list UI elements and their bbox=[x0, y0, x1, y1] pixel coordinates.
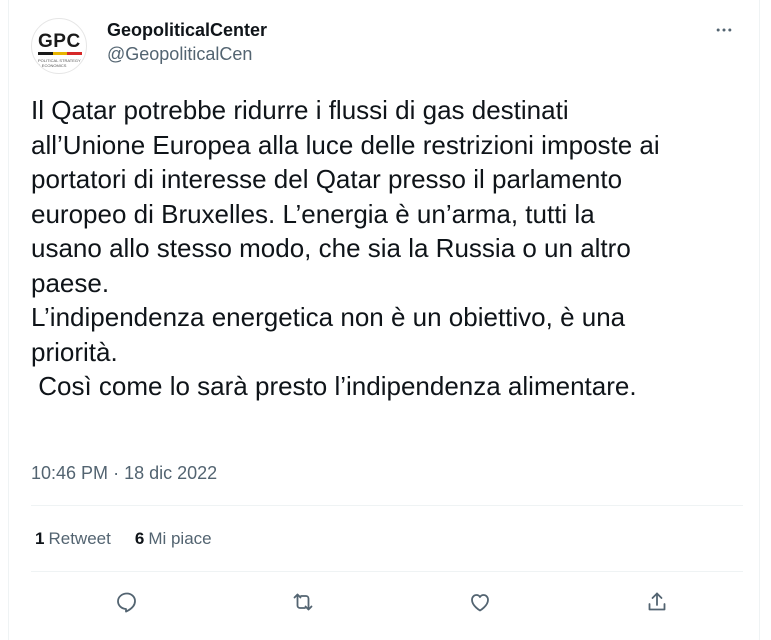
share-button[interactable] bbox=[639, 584, 675, 620]
more-options-button[interactable] bbox=[707, 16, 741, 44]
author-handle[interactable]: @GeopoliticalCen bbox=[107, 42, 267, 66]
tweet-date[interactable]: 18 dic 2022 bbox=[124, 463, 217, 483]
avatar-tagline: POLITICAL STRATEGY & ECONOMICS bbox=[38, 58, 81, 68]
retweet-button[interactable] bbox=[285, 584, 321, 620]
avatar-logo-bar bbox=[38, 52, 83, 55]
tweet-stats: 1 Retweet 6 Mi piace bbox=[35, 527, 212, 551]
likes-label: Mi piace bbox=[148, 529, 212, 548]
avatar[interactable]: GPC POLITICAL STRATEGY & ECONOMICS bbox=[31, 18, 87, 74]
divider bbox=[31, 505, 743, 506]
retweets-count: 1 bbox=[35, 529, 45, 548]
retweet-icon bbox=[293, 593, 313, 611]
reply-button[interactable] bbox=[109, 584, 145, 620]
tweet-actions bbox=[31, 574, 743, 628]
retweets-label: Retweet bbox=[48, 529, 111, 548]
retweets-stat[interactable]: 1 Retweet bbox=[35, 527, 111, 551]
likes-stat[interactable]: 6 Mi piace bbox=[135, 527, 212, 551]
timestamp-separator: · bbox=[113, 463, 120, 483]
author-display-name[interactable]: GeopoliticalCenter bbox=[107, 18, 267, 42]
share-icon bbox=[648, 592, 666, 611]
tweet-text: Il Qatar potrebbe ridurre i flussi di ga… bbox=[31, 95, 660, 401]
like-button[interactable] bbox=[462, 584, 498, 620]
tweet-timestamp: 10:46 PM · 18 dic 2022 bbox=[31, 461, 217, 485]
author-names: GeopoliticalCenter @GeopoliticalCen bbox=[107, 18, 267, 66]
tweet-header: GPC POLITICAL STRATEGY & ECONOMICS Geopo… bbox=[31, 14, 743, 74]
divider bbox=[31, 571, 743, 572]
tweet-card: GPC POLITICAL STRATEGY & ECONOMICS Geopo… bbox=[8, 0, 760, 640]
more-horizontal-icon bbox=[716, 28, 732, 32]
reply-icon bbox=[117, 592, 136, 613]
likes-count: 6 bbox=[134, 529, 145, 548]
avatar-logo-text: GPC bbox=[38, 31, 81, 52]
like-icon bbox=[471, 594, 489, 612]
tweet-time[interactable]: 10:46 PM bbox=[31, 463, 108, 483]
